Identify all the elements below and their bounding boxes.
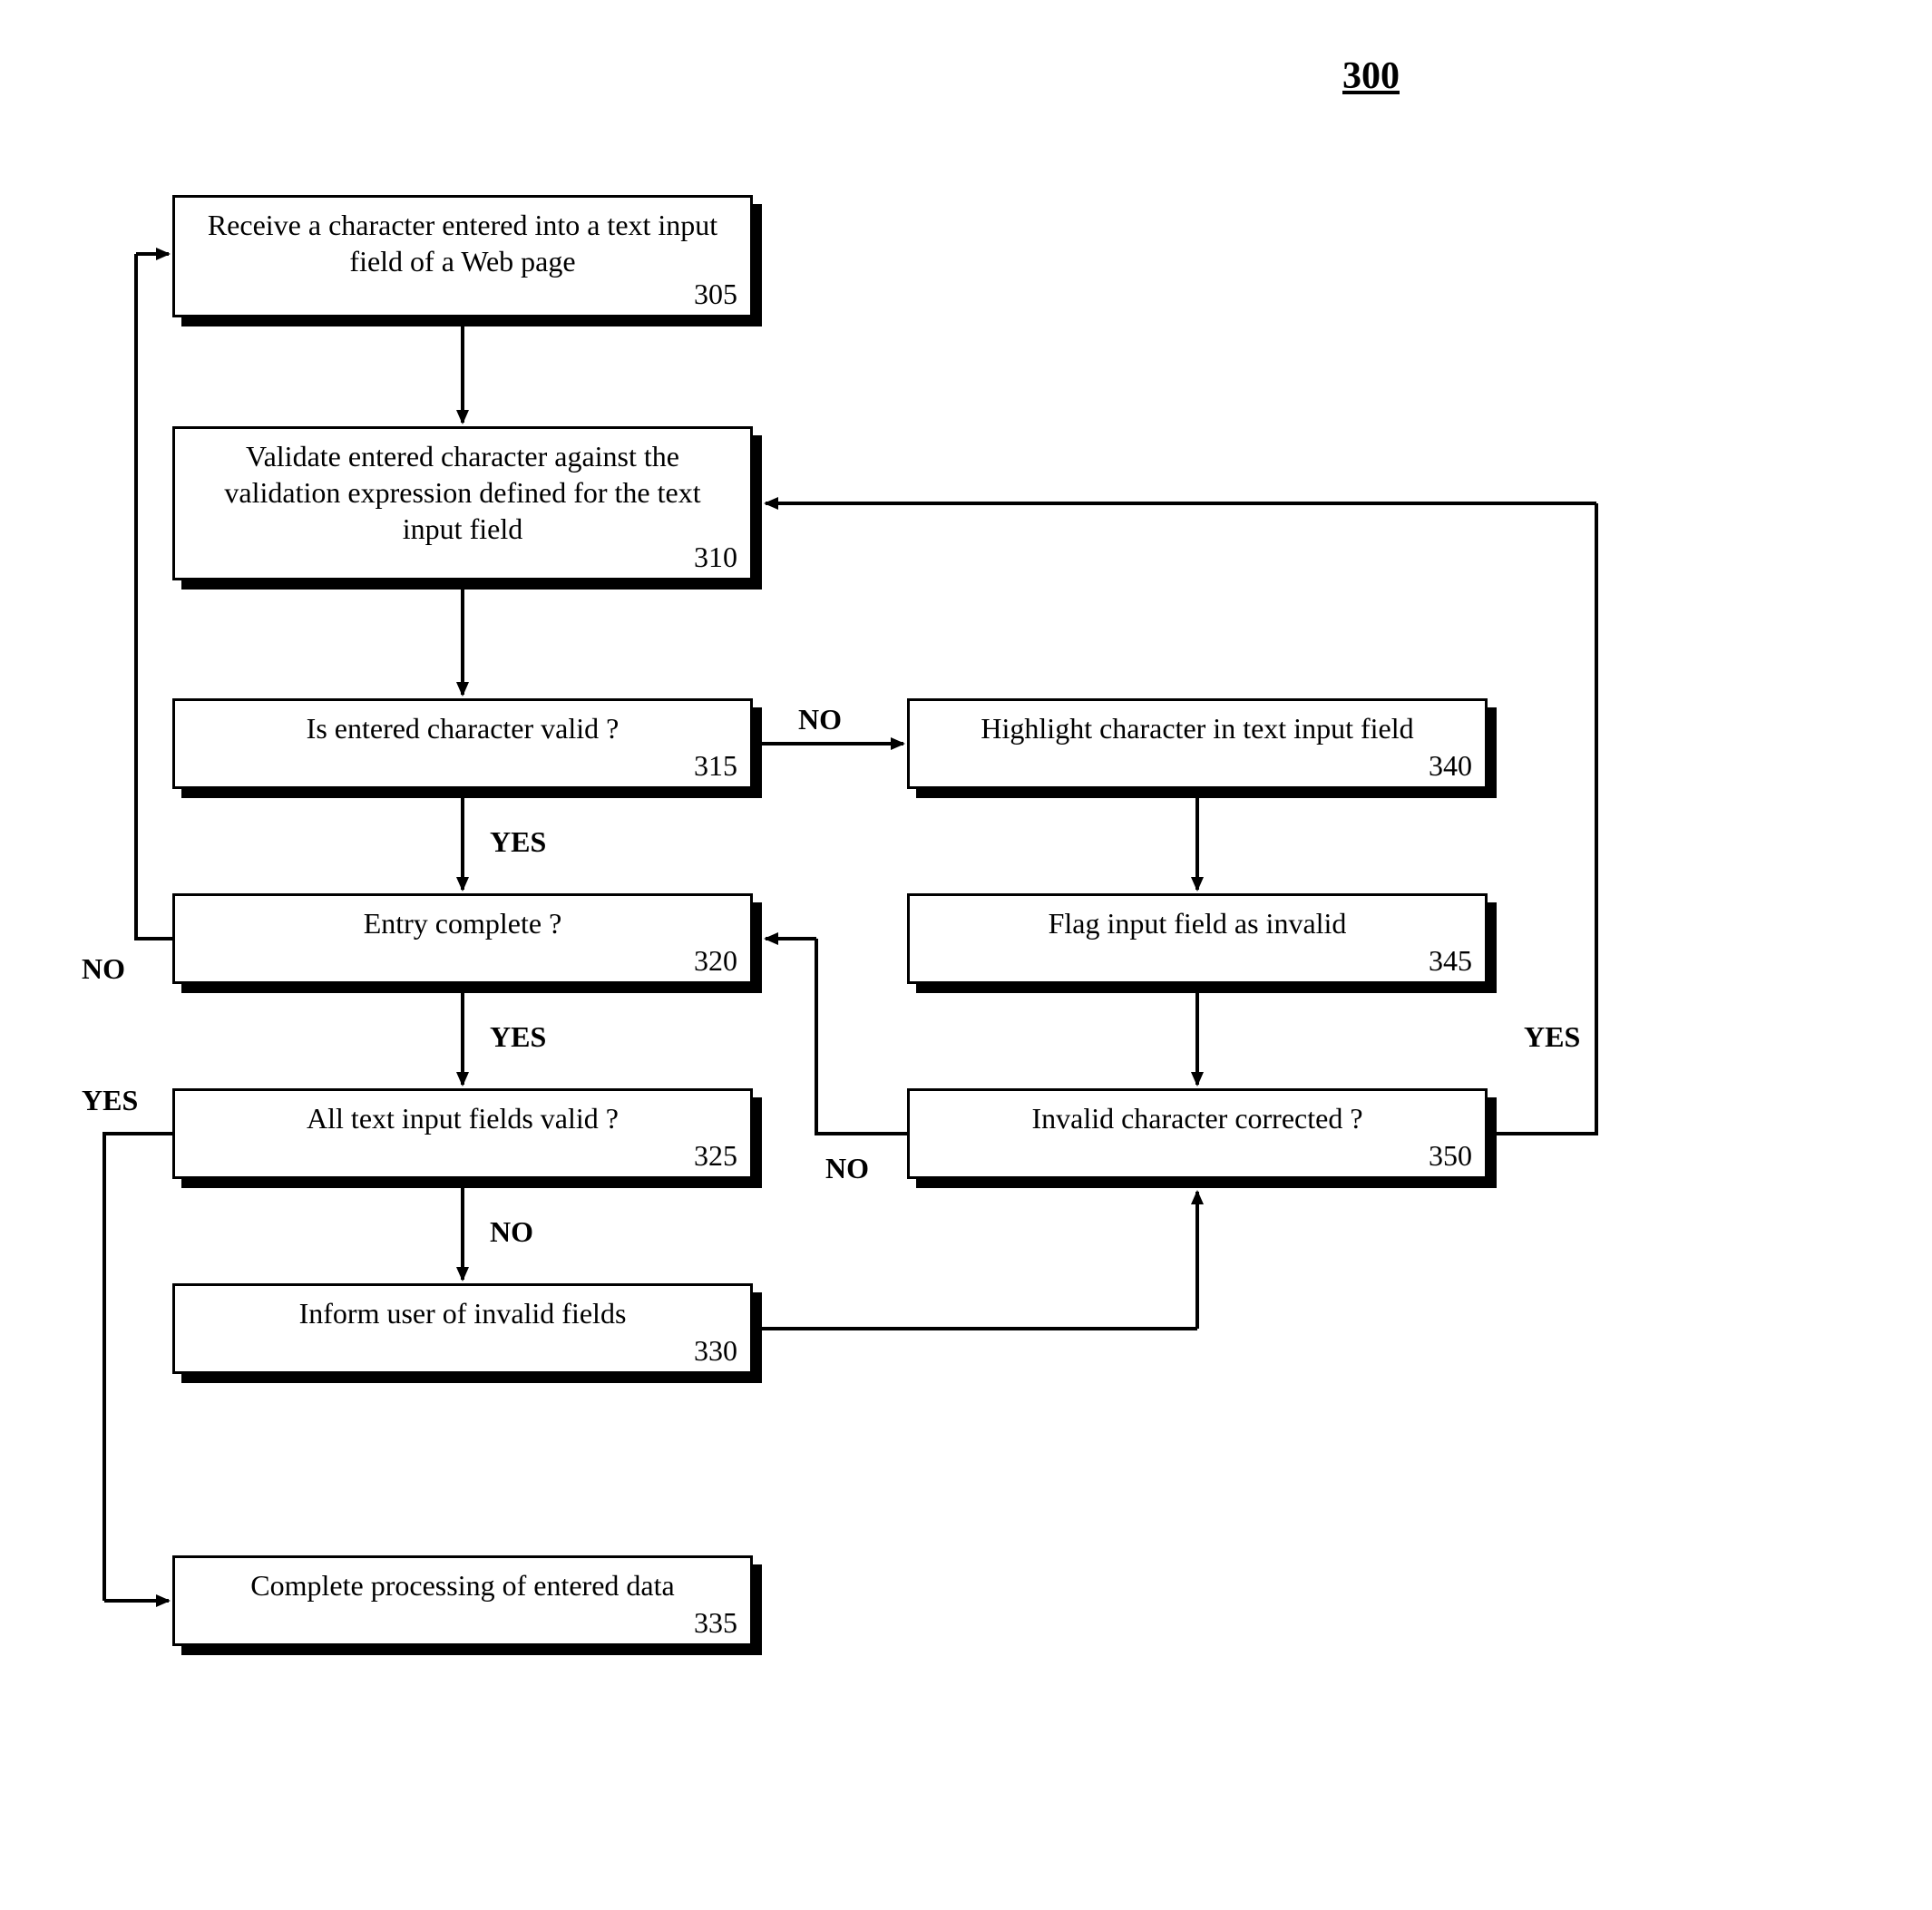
label-320-no: NO — [82, 952, 125, 986]
node-315-num: 315 — [694, 749, 737, 783]
node-340-num: 340 — [1429, 749, 1472, 783]
node-340: Highlight character in text input field … — [907, 698, 1488, 789]
figure-number: 300 — [1342, 54, 1400, 98]
node-310-num: 310 — [694, 541, 737, 574]
node-305: Receive a character entered into a text … — [172, 195, 753, 317]
node-340-text: Highlight character in text input field — [926, 710, 1469, 746]
node-325-text: All text input fields valid ? — [191, 1100, 734, 1136]
node-345-num: 345 — [1429, 944, 1472, 978]
node-350-text: Invalid character corrected ? — [926, 1100, 1469, 1136]
node-320-num: 320 — [694, 944, 737, 978]
node-350-num: 350 — [1429, 1139, 1472, 1173]
node-335-text: Complete processing of entered data — [191, 1567, 734, 1603]
label-315-yes: YES — [490, 825, 546, 859]
label-325-no: NO — [490, 1215, 533, 1249]
node-330-num: 330 — [694, 1334, 737, 1368]
label-350-no: NO — [825, 1152, 869, 1185]
node-330-text: Inform user of invalid fields — [191, 1295, 734, 1331]
label-350-yes: YES — [1524, 1020, 1580, 1054]
node-305-num: 305 — [694, 278, 737, 311]
label-320-yes: YES — [490, 1020, 546, 1054]
node-345-text: Flag input field as invalid — [926, 905, 1469, 941]
node-320-text: Entry complete ? — [191, 905, 734, 941]
node-330: Inform user of invalid fields 330 — [172, 1283, 753, 1374]
node-320: Entry complete ? 320 — [172, 893, 753, 984]
node-335: Complete processing of entered data 335 — [172, 1555, 753, 1646]
node-325: All text input fields valid ? 325 — [172, 1088, 753, 1179]
label-315-no: NO — [798, 703, 842, 736]
label-325-yes: YES — [82, 1084, 138, 1117]
node-315-text: Is entered character valid ? — [191, 710, 734, 746]
node-310: Validate entered character against theva… — [172, 426, 753, 580]
node-345: Flag input field as invalid 345 — [907, 893, 1488, 984]
node-305-text: Receive a character entered into a text … — [191, 207, 734, 279]
node-310-text: Validate entered character against theva… — [191, 438, 734, 547]
node-335-num: 335 — [694, 1606, 737, 1640]
node-315: Is entered character valid ? 315 — [172, 698, 753, 789]
node-350: Invalid character corrected ? 350 — [907, 1088, 1488, 1179]
node-325-num: 325 — [694, 1139, 737, 1173]
